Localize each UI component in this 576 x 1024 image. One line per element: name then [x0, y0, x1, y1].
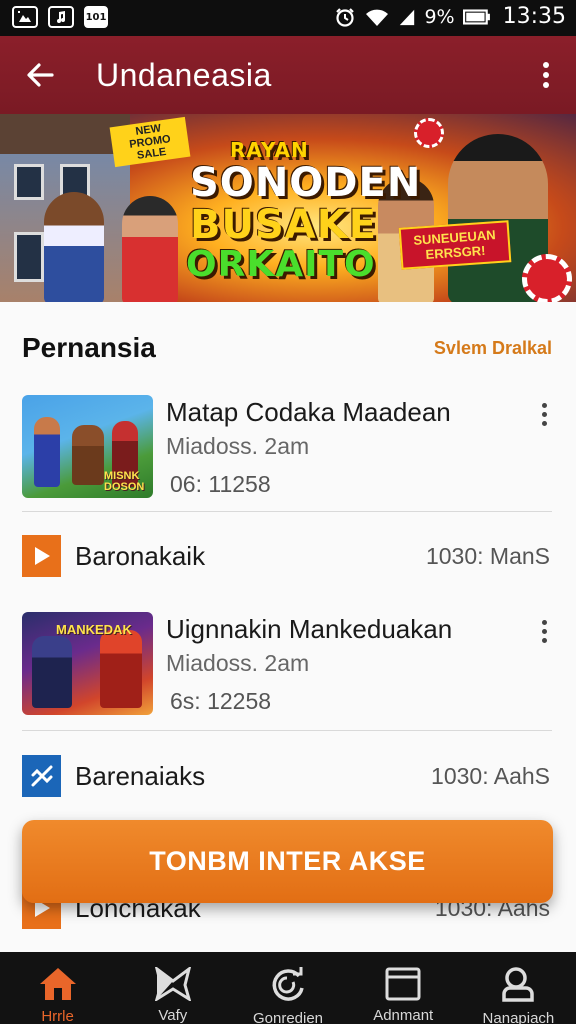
arrow-back-icon: [27, 63, 54, 87]
tools-icon: [22, 755, 61, 797]
status-right-icons: 9% 13:35: [334, 4, 566, 29]
back-button[interactable]: [0, 36, 80, 114]
battery-percent: 9%: [424, 5, 455, 28]
nav-label: Adnmant: [373, 1007, 434, 1024]
item-more-button[interactable]: [532, 616, 556, 646]
notification-101-icon: 101: [84, 6, 108, 28]
page-title: Undaneasia: [96, 56, 272, 93]
banner-sign: SUNEUEUAN ERRSGR!: [398, 220, 512, 270]
nav-label: Vafy: [158, 1007, 188, 1024]
nav-item-home[interactable]: Hrrle: [0, 952, 115, 1024]
home-icon: [37, 966, 79, 1002]
status-bar: 101 9% 13:35: [0, 0, 576, 36]
music-icon: [48, 6, 74, 28]
nav-item-nanapiach[interactable]: Nanapiach: [461, 952, 576, 1024]
nav-label: Nanapiach: [482, 1010, 555, 1024]
status-left-icons: 101: [12, 6, 108, 28]
item-subtitle: Miadoss. 2am: [166, 433, 310, 459]
item-thumbnail: MISNK DOSON: [22, 395, 153, 498]
item-value: 1030: ManS: [425, 542, 550, 569]
more-vert-icon: [543, 62, 549, 88]
nav-item-vafy[interactable]: Vafy: [115, 952, 230, 1024]
list-item[interactable]: MISNK DOSON Matap Codaka Maadean Miadoss…: [0, 395, 576, 505]
person-icon: [497, 966, 539, 1004]
item-subtitle: Miadoss. 2am: [166, 650, 310, 676]
item-thumbnail: MANKEDAK: [22, 612, 153, 715]
alarm-icon: [336, 7, 355, 27]
banner-line-2: SONODEN: [190, 160, 422, 206]
item-title: Matap Codaka Maadean: [166, 397, 451, 427]
banner-line-3: BUSAKE: [190, 202, 378, 248]
nav-label: Hrrle: [41, 1008, 74, 1024]
nav-item-adnmant[interactable]: Adnmant: [346, 952, 461, 1024]
poker-chip: [522, 254, 572, 302]
nav-item-gonredien[interactable]: Gonredien: [230, 952, 345, 1024]
thumbnail-caption: MANKEDAK: [56, 622, 132, 637]
see-all-link[interactable]: Svlem Dralkal: [434, 338, 552, 359]
banner-person-1: [44, 192, 104, 302]
list-item[interactable]: Baronakaik 1030: ManS: [0, 532, 576, 580]
overflow-menu-button[interactable]: [516, 36, 576, 114]
promo-banner[interactable]: NEW PROMO SALE RAYAN SONODEN BUSAKE ORKA…: [0, 114, 576, 302]
signal-icon: [400, 9, 415, 25]
refresh-icon: [267, 966, 309, 1004]
item-meta: 6s: 12258: [170, 688, 272, 714]
section-header: Pernansia Svlem Dralkal: [22, 328, 552, 368]
poker-chip: [414, 118, 444, 148]
divider: [22, 511, 552, 512]
bottom-navigation: Hrrle Vafy Gonredien Adnmant Nanapiach: [0, 952, 576, 1024]
battery-icon: [462, 8, 490, 25]
thumbnail-caption: MISNK DOSON: [104, 470, 145, 493]
wifi-icon: [366, 9, 389, 26]
banner-line-1: RAYAN: [230, 138, 309, 162]
banner-line-4: ORKAITO: [186, 244, 376, 285]
item-label: Barenaiaks: [75, 760, 206, 791]
item-more-button[interactable]: [532, 399, 556, 429]
photo-icon: [12, 6, 38, 28]
divider: [22, 730, 552, 731]
item-meta: 06: 11258: [170, 471, 271, 497]
nav-label: Gonredien: [252, 1010, 324, 1024]
more-vert-icon: [541, 619, 547, 625]
cta-button[interactable]: TONBM INTER AKSE: [22, 820, 553, 903]
item-value: 1030: AahS: [431, 762, 550, 789]
banner-person-2: [122, 196, 178, 302]
list-item[interactable]: MANKEDAK Uignnakin Mankeduakan Miadoss. …: [0, 612, 576, 722]
window-icon: [382, 966, 424, 1001]
list-item[interactable]: Barenaiaks 1030: AahS: [0, 752, 576, 800]
item-label: Baronakaik: [75, 540, 206, 571]
clock: 13:35: [502, 4, 566, 29]
item-title: Uignnakin Mankeduakan: [166, 614, 453, 644]
more-vert-icon: [541, 402, 547, 408]
app-bar: Undaneasia: [0, 36, 576, 114]
section-title: Pernansia: [22, 332, 156, 363]
play-icon: [22, 535, 61, 577]
bowtie-icon: [152, 966, 194, 1001]
